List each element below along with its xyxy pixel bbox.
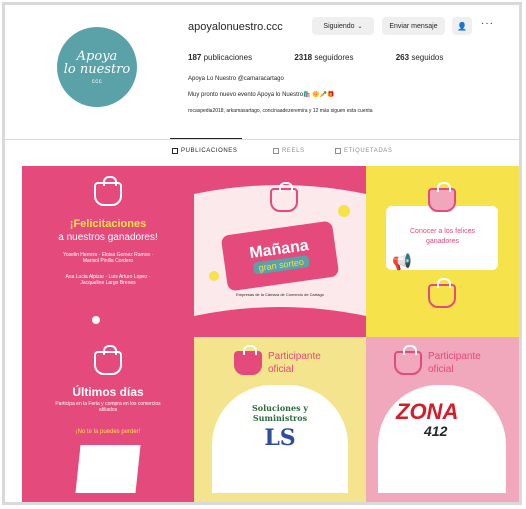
post-thumbnail-5[interactable]: Participante oficial Soluciones y Sumini…	[194, 337, 366, 502]
post-thumbnail-1[interactable]: ¡Felicitaciones a nuestros ganadores! Yo…	[22, 166, 194, 337]
add-user-icon: 👤	[457, 21, 467, 31]
post-thumbnail-4[interactable]: Últimos días Participa en la Feria y com…	[22, 337, 194, 502]
post5-brand1: Soluciones y	[251, 403, 309, 413]
bio: Muy pronto nuevo evento Apoya lo Nuestro…	[188, 92, 335, 98]
tab-tagged-label: ETIQUETADAS	[344, 148, 393, 154]
post4-body: Participa en la Feria y compra en los co…	[55, 401, 161, 413]
followers-stat[interactable]: 2318 seguidores	[294, 53, 373, 62]
post1-title: ¡Felicitaciones	[69, 218, 147, 230]
profile-tabs: PUBLICACIONES REELS ETIQUETADAS	[5, 138, 519, 161]
more-options-button[interactable]: ···	[481, 18, 494, 29]
post6-line1: Participante	[428, 351, 481, 362]
post3-line2: ganadores	[425, 238, 460, 245]
logo-icon	[92, 316, 100, 324]
shopping-bag-icon	[270, 182, 298, 212]
post6-line2: oficial	[428, 364, 454, 375]
post4-title: Últimos días	[72, 385, 144, 399]
full-name: Apoya Lo Nuestro @camaracartago	[188, 76, 284, 82]
post5-brand2: Suministros	[252, 413, 308, 423]
post1-logo	[92, 316, 100, 324]
add-user-button[interactable]: 👤	[452, 17, 472, 35]
reels-icon	[273, 148, 279, 154]
post6-brand1: ZONA	[396, 399, 459, 424]
tab-reels-label: REELS	[282, 148, 305, 154]
following-button-label: Siguiendo	[323, 22, 355, 30]
tab-tagged[interactable]: ETIQUETADAS	[335, 148, 393, 154]
following-button[interactable]: Siguiendo ⌄	[312, 17, 374, 35]
message-button[interactable]: Enviar mensaje	[382, 17, 445, 35]
post1-names2: Ana Lucia Alpizar · Luis Arturo Lopez · …	[65, 274, 151, 286]
tab-reels[interactable]: REELS	[273, 148, 305, 154]
tagged-icon	[335, 148, 341, 154]
gift-box-icon	[75, 445, 141, 493]
following-stat[interactable]: 263 seguidos	[396, 53, 464, 62]
shopping-bag-icon	[428, 278, 456, 308]
post4-cta: ¡No te la puedes perder!	[75, 429, 141, 435]
profile-stats: 187 publicaciones 2318 seguidores 263 se…	[188, 53, 483, 62]
avatar[interactable]: Apoya lo nuestro ccc	[57, 27, 137, 107]
followed-by[interactable]: rocaspedia2018, arkamasartago, concinaad…	[188, 108, 373, 114]
avatar-line2: lo nuestro	[63, 61, 131, 77]
profile-page: Apoya lo nuestro ccc apoyalonuestro.ccc …	[2, 2, 522, 505]
username: apoyalonuestro.ccc	[188, 21, 283, 33]
tab-posts[interactable]: PUBLICACIONES	[169, 138, 243, 154]
post6-brand2: 412	[424, 423, 448, 439]
post-thumbnail-2[interactable]: Mañana gran sorteo Empresas de la Cámara…	[194, 166, 366, 337]
profile-header: Apoya lo nuestro ccc apoyalonuestro.ccc …	[5, 5, 519, 145]
megaphone-icon: 📢	[392, 254, 412, 271]
shopping-bag-icon	[94, 345, 122, 375]
post5-line1: Participante	[268, 351, 321, 362]
tab-posts-label: PUBLICACIONES	[181, 148, 238, 154]
shopping-bag-icon	[234, 345, 262, 375]
avatar-sub: ccc	[91, 78, 103, 85]
chevron-down-icon: ⌄	[357, 23, 363, 30]
post-thumbnail-3[interactable]: Conocer a los felices ganadores 📢	[366, 166, 519, 337]
shopping-bag-icon	[428, 182, 456, 212]
post1-names: Yoselin Herrera · Eloisa Gomez Ramos · M…	[62, 252, 154, 264]
post3-line1: Conocer a los felices	[410, 228, 475, 235]
avatar-line1: Apoya	[76, 48, 118, 64]
shopping-bag-icon	[94, 176, 122, 206]
post1-subtitle: a nuestros ganadores!	[58, 232, 158, 243]
grid-icon	[172, 148, 178, 154]
post5-brand3: LS	[264, 425, 296, 451]
post5-line2: oficial	[268, 364, 294, 375]
post-thumbnail-6[interactable]: Participante oficial ZONA 412	[366, 337, 519, 502]
post2-note: Empresas de la Cámara de Comercio de Car…	[236, 292, 324, 297]
posts-stat[interactable]: 187 publicaciones	[188, 53, 272, 62]
posts-grid: ¡Felicitaciones a nuestros ganadores! Yo…	[22, 166, 519, 502]
shopping-bag-icon	[394, 345, 422, 375]
